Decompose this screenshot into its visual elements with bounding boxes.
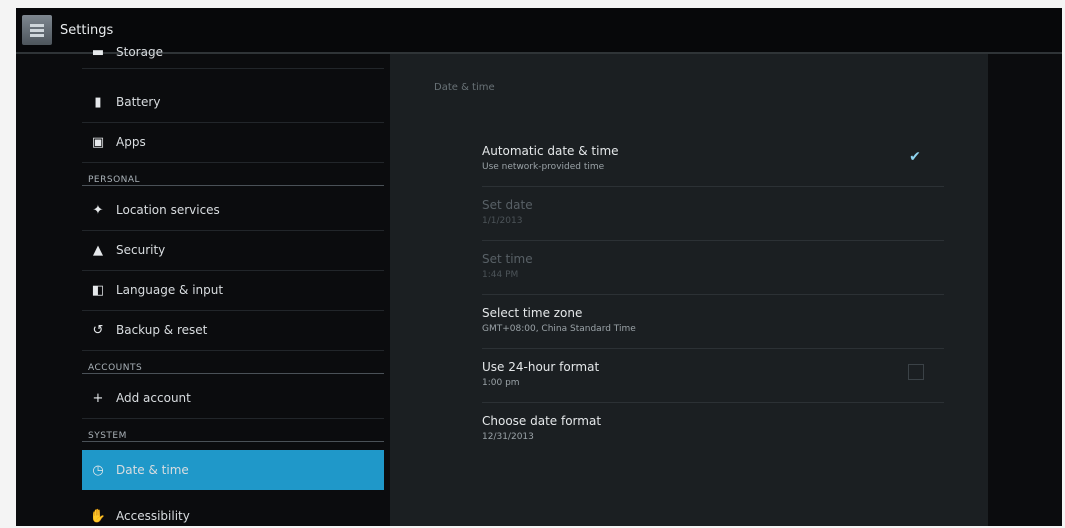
language-icon: ◧ — [91, 282, 105, 298]
pref-summary: 1:00 pm — [482, 378, 520, 388]
pref-summary: 1:44 PM — [482, 270, 519, 280]
sidebar-item-label: Backup & reset — [116, 323, 208, 337]
pref-summary: Use network-provided time — [482, 162, 605, 172]
settings-app-icon[interactable] — [22, 15, 52, 45]
apps-icon: ▣ — [91, 134, 105, 150]
pref-automatic-date-time[interactable]: Automatic date & time Use network-provid… — [482, 132, 944, 187]
sidebar-item-battery[interactable]: ▮ Battery — [82, 82, 384, 123]
pref-title: Choose date format — [482, 414, 602, 428]
sidebar-item-storage[interactable]: ▬ Storage — [82, 36, 384, 69]
pref-summary: 1/1/2013 — [482, 216, 523, 226]
battery-icon: ▮ — [94, 94, 102, 110]
sidebar-item-label: Security — [116, 243, 166, 257]
pref-title: Use 24-hour format — [482, 360, 600, 374]
sidebar-item-apps[interactable]: ▣ Apps — [82, 122, 384, 163]
screen: Settings ▬ Storage ▮ Battery ▣ Apps PERS… — [16, 8, 1062, 526]
sidebar-item-label: Add account — [116, 391, 191, 405]
sidebar-item-label: Location services — [116, 203, 220, 217]
accessibility-icon: ✋ — [89, 508, 107, 524]
pref-time-zone[interactable]: Select time zone GMT+08:00, China Standa… — [482, 294, 944, 349]
settings-sidebar: ▬ Storage ▮ Battery ▣ Apps PERSONAL ✦ Lo… — [82, 45, 384, 526]
detail-pane: Date & time Automatic date & time Use ne… — [390, 54, 988, 526]
sidebar-item-security[interactable]: ▲ Security — [82, 230, 384, 271]
pref-title: Set time — [482, 252, 533, 266]
sidebar-item-backup[interactable]: ↺ Backup & reset — [82, 310, 384, 351]
sidebar-item-label: Date & time — [116, 463, 189, 477]
checkbox-checked[interactable]: ✔ — [906, 148, 924, 166]
plus-icon: + — [92, 390, 104, 406]
sidebar-item-label: Apps — [116, 135, 146, 149]
page-title: Date & time — [434, 82, 495, 93]
sidebar-item-accessibility[interactable]: ✋ Accessibility — [82, 496, 384, 526]
pref-title: Select time zone — [482, 306, 583, 320]
sidebar-item-language[interactable]: ◧ Language & input — [82, 270, 384, 311]
pref-date-format[interactable]: Choose date format 12/31/2013 — [482, 402, 944, 456]
storage-icon: ▬ — [91, 44, 105, 60]
section-header-accounts: ACCOUNTS — [82, 350, 384, 374]
checkbox-unchecked[interactable] — [908, 364, 924, 380]
pref-set-time: Set time 1:44 PM — [482, 240, 944, 295]
lock-icon: ▲ — [93, 242, 103, 258]
sidebar-item-label: Accessibility — [116, 509, 190, 523]
pref-24-hour-format[interactable]: Use 24-hour format 1:00 pm — [482, 348, 944, 403]
sidebar-item-location[interactable]: ✦ Location services — [82, 190, 384, 231]
sidebar-item-label: Battery — [116, 95, 161, 109]
section-header-personal: PERSONAL — [82, 162, 384, 186]
pref-summary: GMT+08:00, China Standard Time — [482, 324, 636, 334]
location-icon: ✦ — [92, 202, 104, 218]
pref-summary: 12/31/2013 — [482, 432, 534, 442]
backup-icon: ↺ — [92, 322, 104, 338]
sidebar-item-label: Storage — [116, 45, 163, 59]
section-header-system: SYSTEM — [82, 418, 384, 442]
sidebar-item-date-time[interactable]: ◷ Date & time — [82, 450, 384, 490]
pref-title: Automatic date & time — [482, 144, 619, 158]
clock-icon: ◷ — [92, 462, 104, 478]
pref-set-date: Set date 1/1/2013 — [482, 186, 944, 241]
sidebar-item-add-account[interactable]: + Add account — [82, 378, 384, 419]
pref-title: Set date — [482, 198, 533, 212]
sidebar-item-label: Language & input — [116, 283, 224, 297]
